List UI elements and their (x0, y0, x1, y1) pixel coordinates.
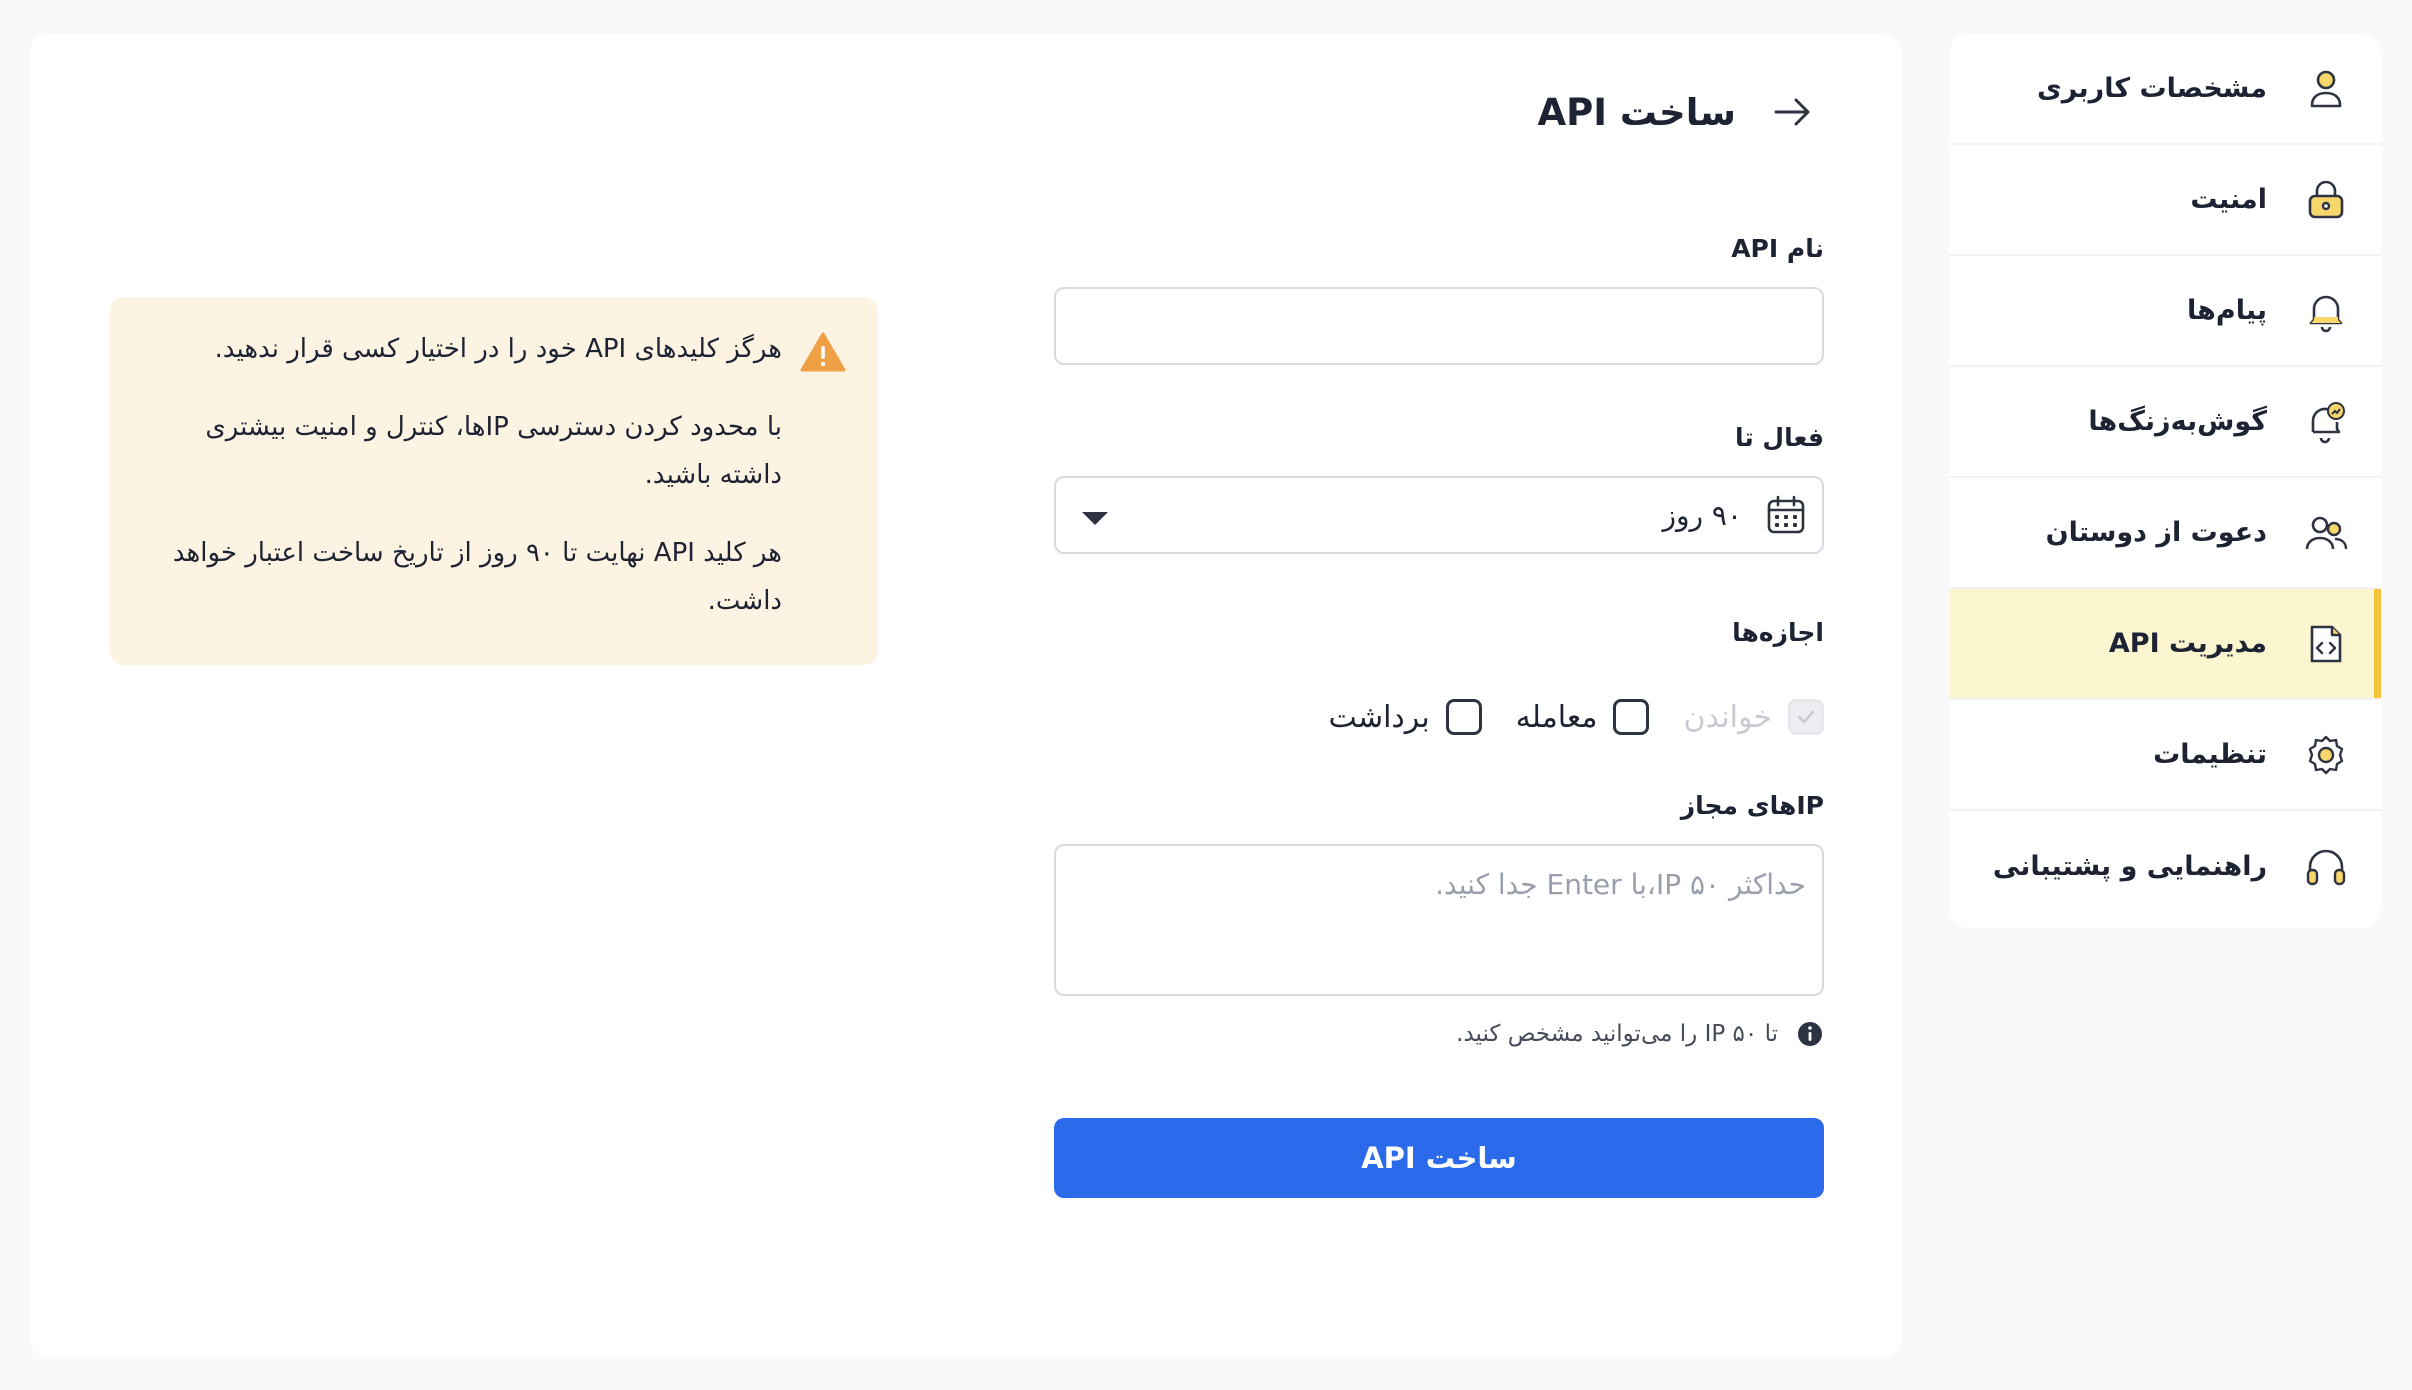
page-title: ساخت API (1537, 90, 1736, 134)
create-api-form: نام API فعال تا ۹۰ روز اجازه‌ها خواندن م… (1054, 234, 1824, 1198)
permissions-group: خواندن معامله برداشت (1054, 695, 1824, 739)
sidebar-item-label: مدیریت API (2108, 628, 2267, 659)
lock-icon (2301, 175, 2351, 225)
warning-icon (800, 331, 846, 373)
sidebar-item-label: دعوت از دوستان (2045, 517, 2267, 548)
api-name-input[interactable] (1054, 287, 1824, 365)
calendar-icon (1764, 493, 1808, 537)
sidebar-item-label: امنیت (2190, 184, 2267, 215)
active-until-label: فعال تا (1734, 423, 1824, 452)
headset-icon (2301, 842, 2351, 892)
read-checkbox (1788, 699, 1824, 735)
permission-trade[interactable]: معامله (1516, 699, 1650, 735)
sidebar-item-settings[interactable]: تنظیمات (1949, 700, 2381, 811)
api-name-label: نام API (1731, 234, 1824, 263)
sidebar-item-invite[interactable]: دعوت از دوستان (1949, 478, 2381, 589)
allowed-ips-textarea[interactable] (1054, 844, 1824, 996)
sidebar-item-profile[interactable]: مشخصات کاربری (1949, 34, 2381, 145)
trade-label: معامله (1515, 699, 1598, 735)
warning-line-2: با محدود کردن دسترسی IPها، کنترل و امنیت… (205, 412, 782, 490)
user-icon (2301, 64, 2351, 114)
code-file-icon (2301, 619, 2351, 669)
allowed-ips-label: IPهای مجاز (1680, 791, 1824, 820)
sidebar-item-label: پیام‌ها (2187, 295, 2267, 326)
ips-hint: تا ۵۰ IP را می‌توانید مشخص کنید. (1054, 1020, 1824, 1048)
page-header: ساخت API (1537, 88, 1816, 136)
users-icon (2301, 508, 2351, 558)
check-icon (1797, 710, 1815, 724)
alert-bell-icon (2301, 397, 2351, 447)
create-api-button[interactable]: ساخت API (1054, 1118, 1824, 1198)
ips-hint-text: تا ۵۰ IP را می‌توانید مشخص کنید. (1456, 1021, 1778, 1047)
chevron-down-icon (1082, 512, 1108, 525)
warning-box: هرگز کلیدهای API خود را در اختیار کسی قر… (110, 297, 878, 665)
sidebar-item-label: مشخصات کاربری (2037, 73, 2267, 104)
active-until-value: ۹۰ روز (1662, 498, 1742, 532)
active-until-select[interactable]: ۹۰ روز (1054, 476, 1824, 554)
sidebar-item-label: تنظیمات (2153, 739, 2267, 770)
sidebar-item-support[interactable]: راهنمایی و پشتیبانی (1949, 811, 2381, 922)
arrow-right-icon[interactable] (1768, 88, 1816, 136)
info-icon (1796, 1020, 1824, 1048)
trade-checkbox[interactable] (1613, 699, 1650, 735)
warning-line-3: هر کلید API نهایت تا ۹۰ روز از تاریخ ساخ… (172, 538, 782, 616)
warning-line-1: هرگز کلیدهای API خود را در اختیار کسی قر… (214, 334, 782, 364)
withdraw-checkbox[interactable] (1445, 699, 1482, 735)
sidebar-item-security[interactable]: امنیت (1949, 145, 2381, 256)
sidebar-item-label: گوش‌به‌زنگ‌ها (2088, 406, 2267, 437)
sidebar-item-alerts[interactable]: گوش‌به‌زنگ‌ها (1949, 367, 2381, 478)
bell-icon (2301, 286, 2351, 336)
gear-icon (2301, 730, 2351, 780)
create-api-card: ساخت API نام API فعال تا ۹۰ روز اجازه‌ها… (29, 34, 1902, 1357)
read-label: خواندن (1683, 699, 1772, 735)
sidebar-item-api-management[interactable]: مدیریت API (1949, 589, 2381, 700)
permission-read: خواندن (1683, 699, 1824, 735)
settings-sidebar: مشخصات کاربری امنیت پیام‌ها گوش‌به‌زنگ‌ه… (1949, 34, 2381, 928)
sidebar-item-label: راهنمایی و پشتیبانی (1992, 851, 2267, 882)
sidebar-item-messages[interactable]: پیام‌ها (1949, 256, 2381, 367)
permission-withdraw[interactable]: برداشت (1329, 699, 1482, 735)
permissions-label: اجازه‌ها (1732, 618, 1824, 647)
withdraw-label: برداشت (1328, 699, 1430, 735)
